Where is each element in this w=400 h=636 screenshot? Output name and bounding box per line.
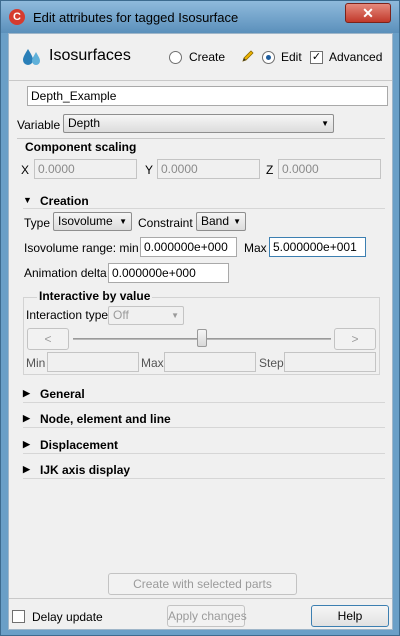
z-scale-field[interactable]: 0.0000 bbox=[278, 159, 381, 179]
dialog-body: Isosurfaces Create Edit ✓ Advanced Depth… bbox=[8, 33, 393, 630]
interaction-type-label: Interaction type bbox=[26, 308, 109, 322]
pencil-icon bbox=[242, 50, 254, 62]
chevron-right-icon: ▶ bbox=[23, 439, 30, 449]
chevron-right-icon: ▶ bbox=[23, 413, 30, 423]
type-dropdown[interactable]: Isovolume ▼ bbox=[53, 212, 132, 231]
section-displacement-label: Displacement bbox=[40, 438, 119, 452]
chevron-right-icon: ▶ bbox=[23, 464, 30, 474]
slider-prev-button[interactable]: < bbox=[27, 328, 69, 350]
displacement-divider bbox=[23, 453, 385, 454]
isovolume-range-label: Isovolume range: min bbox=[24, 241, 139, 255]
min-label: Min bbox=[26, 356, 46, 370]
edit-radio-label[interactable]: Edit bbox=[281, 50, 302, 64]
help-button[interactable]: Help bbox=[311, 605, 389, 627]
interactive-min-field[interactable] bbox=[47, 352, 139, 372]
constraint-dropdown[interactable]: Band ▼ bbox=[196, 212, 246, 231]
water-drops-icon bbox=[23, 49, 40, 65]
advanced-checkbox[interactable]: ✓ bbox=[310, 51, 323, 64]
advanced-label[interactable]: Advanced bbox=[329, 50, 382, 64]
section-ijk-label: IJK axis display bbox=[40, 463, 131, 477]
animation-delta-field[interactable]: 0.000000e+000 bbox=[108, 263, 229, 283]
panel-title: Isosurfaces bbox=[49, 47, 131, 64]
chevron-down-icon: ▼ bbox=[171, 311, 179, 320]
interactive-step-field[interactable] bbox=[284, 352, 376, 372]
section-node-label: Node, element and line bbox=[40, 412, 171, 426]
chevron-right-icon: ▶ bbox=[23, 388, 30, 398]
variable-selected: Depth bbox=[68, 116, 101, 130]
interactive-by-value-title: Interactive by value bbox=[37, 289, 153, 303]
interactive-max-field[interactable] bbox=[164, 352, 256, 372]
chevron-down-icon: ▼ bbox=[23, 195, 32, 205]
general-divider bbox=[23, 402, 385, 403]
x-label: X bbox=[21, 163, 30, 177]
y-label: Y bbox=[145, 163, 154, 177]
create-radio[interactable] bbox=[169, 51, 182, 64]
title-bar[interactable]: C Edit attributes for tagged Isosurface … bbox=[1, 1, 399, 33]
animation-delta-label: Animation delta bbox=[24, 266, 107, 280]
isosurface-name-field[interactable]: Depth_Example bbox=[27, 86, 388, 106]
close-button[interactable]: ✕ bbox=[345, 3, 391, 23]
create-with-selected-parts-button[interactable]: Create with selected parts bbox=[108, 573, 297, 595]
variable-label: Variable bbox=[17, 118, 61, 132]
y-scale-field[interactable]: 0.0000 bbox=[157, 159, 260, 179]
node-divider bbox=[23, 427, 385, 428]
apply-changes-button[interactable]: Apply changes bbox=[167, 605, 247, 627]
type-selected: Isovolume bbox=[58, 214, 113, 228]
creation-section-label: Creation bbox=[40, 194, 89, 208]
chevron-down-icon: ▼ bbox=[233, 217, 241, 226]
ensight-icon: C bbox=[9, 9, 25, 25]
value-slider-handle[interactable] bbox=[197, 329, 207, 347]
range-min-field[interactable]: 0.000000e+000 bbox=[140, 237, 237, 257]
footer-divider bbox=[9, 598, 392, 599]
chevron-down-icon: ▼ bbox=[321, 119, 329, 128]
header-divider bbox=[9, 80, 392, 81]
z-label: Z bbox=[266, 163, 274, 177]
section-general-label: General bbox=[40, 387, 85, 401]
window-title: Edit attributes for tagged Isosurface bbox=[33, 10, 239, 25]
interaction-type-selected: Off bbox=[113, 308, 129, 322]
create-radio-label[interactable]: Create bbox=[189, 50, 225, 64]
x-scale-field[interactable]: 0.0000 bbox=[34, 159, 137, 179]
max-label: Max bbox=[141, 356, 164, 370]
interaction-type-dropdown[interactable]: Off ▼ bbox=[108, 306, 184, 325]
dialog-window: C Edit attributes for tagged Isosurface … bbox=[0, 0, 400, 636]
range-max-field[interactable]: 5.000000e+001 bbox=[269, 237, 366, 257]
ijk-divider bbox=[23, 478, 385, 479]
variable-dropdown[interactable]: Depth ▼ bbox=[63, 114, 334, 133]
delay-update-checkbox[interactable] bbox=[12, 610, 25, 623]
step-label: Step bbox=[259, 356, 284, 370]
creation-divider bbox=[23, 208, 385, 209]
delay-update-label[interactable]: Delay update bbox=[32, 610, 103, 624]
range-max-label: Max bbox=[244, 241, 267, 255]
slider-next-button[interactable]: > bbox=[334, 328, 376, 350]
constraint-label: Constraint bbox=[138, 216, 193, 230]
component-divider bbox=[17, 138, 385, 139]
header-row: Isosurfaces Create Edit ✓ Advanced bbox=[9, 34, 392, 80]
edit-radio[interactable] bbox=[262, 51, 275, 64]
type-label: Type bbox=[24, 216, 51, 230]
component-scaling-title: Component scaling bbox=[25, 140, 137, 154]
constraint-selected: Band bbox=[201, 214, 230, 228]
chevron-down-icon: ▼ bbox=[119, 217, 127, 226]
